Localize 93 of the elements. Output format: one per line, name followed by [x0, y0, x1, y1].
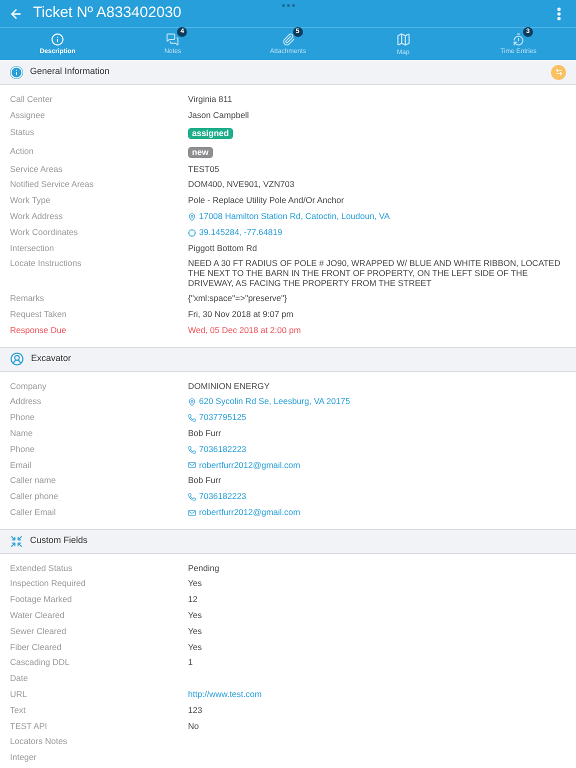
field-label: Sewer Cleared	[9, 626, 68, 636]
field-label: Work Type	[9, 196, 52, 206]
field-label: Caller name	[9, 476, 57, 486]
field-value: Pending	[188, 564, 220, 574]
status-badge: new	[188, 146, 213, 158]
field-label: Footage Marked	[9, 595, 73, 605]
field-label: Integer	[9, 753, 38, 763]
field-label: Water Cleared	[9, 611, 66, 621]
field-value: 12	[188, 595, 198, 605]
field-label: Work Coordinates	[9, 228, 79, 238]
section-title: Excavator	[31, 352, 72, 366]
field-label: Email	[9, 460, 32, 470]
field-label: Phone	[9, 444, 36, 454]
field-label: URL	[9, 690, 28, 700]
field-value: Fri, 30 Nov 2018 at 9:07 pm	[188, 310, 294, 320]
field-label: Name	[9, 429, 34, 439]
section-title: General Information	[30, 65, 110, 78]
value-link[interactable]: robertfurr2012@gmail.com	[199, 508, 300, 518]
field-label: Caller phone	[9, 492, 60, 502]
field-label: Address	[9, 397, 42, 408]
chat-icon	[166, 32, 180, 46]
field-value: Virginia 811	[188, 95, 232, 105]
field-label: Response Due	[9, 326, 68, 336]
field-label: Fiber Cleared	[9, 642, 62, 652]
map-pin-icon	[188, 398, 196, 406]
value-link[interactable]: 17008 Hamilton Station Rd, Catoctin, Loudoun, VA	[199, 212, 390, 222]
field-value: No	[188, 722, 199, 732]
field-label: Caller Email	[9, 508, 57, 518]
field-value: Yes	[188, 611, 202, 621]
field-value: Yes	[188, 642, 202, 652]
value-link[interactable]: 7036182223	[199, 492, 246, 502]
value-link[interactable]: http://www.test.com	[188, 690, 262, 700]
field-value: Yes	[188, 579, 202, 590]
swap-arrows-icon	[554, 68, 562, 76]
field-label: Remarks	[9, 294, 46, 304]
phone-icon	[188, 446, 196, 454]
field-value: Yes	[188, 626, 202, 636]
field-label: Text	[9, 706, 27, 716]
value-link[interactable]: 620 Sycolin Rd Se, Leesburg, VA 20175	[199, 397, 350, 408]
field-label: Company	[9, 382, 48, 392]
field-label: Notified Service Areas	[9, 180, 95, 190]
field-value: {"xml:space"=>"preserve"}	[188, 294, 288, 304]
field-label: Service Areas	[9, 164, 64, 174]
field-value: DOM400, NVE901, VZN703	[188, 180, 294, 190]
field-label: Request Taken	[9, 310, 68, 320]
field-label: Locate Instructions	[9, 259, 82, 270]
mail-icon	[188, 461, 196, 470]
field-value: Wed, 05 Dec 2018 at 2:00 pm	[188, 326, 301, 336]
field-label: TEST API	[9, 722, 48, 732]
field-value: DOMINION ENERGY	[188, 382, 270, 392]
field-label: Action	[9, 146, 35, 158]
info-icon	[10, 66, 23, 78]
back-icon[interactable]	[9, 6, 23, 20]
field-value: Pole - Replace Utility Pole And/Or Anchor	[188, 196, 344, 206]
field-value: Piggott Bottom Rd	[188, 244, 257, 254]
person-icon	[10, 352, 24, 366]
field-label: Call Center	[9, 95, 54, 105]
crosshair-icon	[188, 228, 196, 237]
status-badge: assigned	[188, 128, 233, 139]
field-label: Locators Notes	[9, 737, 68, 747]
phone-icon	[188, 414, 196, 422]
field-value: Bob Furr	[188, 429, 222, 439]
field-value: TEST05	[188, 164, 220, 174]
field-label: Cascading DDL	[9, 658, 71, 668]
timer-icon	[512, 32, 525, 46]
info-icon	[51, 32, 64, 46]
window-title: Ticket Nº A833402030	[33, 3, 182, 24]
paperclip-icon	[282, 32, 294, 46]
value-link[interactable]: 7036182223	[199, 444, 246, 454]
value-link[interactable]: robertfurr2012@gmail.com	[199, 460, 300, 470]
phone-icon	[188, 492, 196, 501]
map-pin-icon	[188, 212, 196, 221]
field-label: Inspection Required	[9, 579, 87, 590]
field-label: Intersection	[9, 244, 55, 254]
field-value: 1	[188, 658, 193, 668]
mail-icon	[188, 508, 196, 517]
value-link[interactable]: 39.145284, -77.64819	[199, 228, 282, 238]
field-value: Jason Campbell	[188, 110, 249, 120]
field-label: Phone	[9, 413, 36, 423]
section-title: Custom Fields	[30, 534, 88, 548]
field-label: Work Address	[9, 212, 64, 222]
field-label: Date	[9, 674, 29, 684]
field-value: NEED A 30 FT RADIUS OF POLE # JO90, WRAPPED W/ BLUE AND WHITE RIBBON, LOCATED THE NEXT TO THE BARN IN THE FRONT OF PROPERTY, ON THE LEFT SIDE OF THE DRIVEWAY, AS FACING THE PROPERTY FROM THE STREET	[188, 259, 562, 288]
field-label: Assignee	[9, 110, 46, 120]
field-value: 123	[188, 706, 202, 716]
collapse-arrows-icon	[10, 534, 23, 548]
value-link[interactable]: 7037795125	[199, 413, 246, 423]
field-label: Status	[9, 128, 36, 139]
map-icon	[396, 32, 411, 46]
swap-button[interactable]	[551, 64, 566, 80]
field-value: Bob Furr	[188, 476, 222, 486]
grabber-icon	[282, 4, 295, 7]
field-label: Extended Status	[9, 564, 74, 574]
